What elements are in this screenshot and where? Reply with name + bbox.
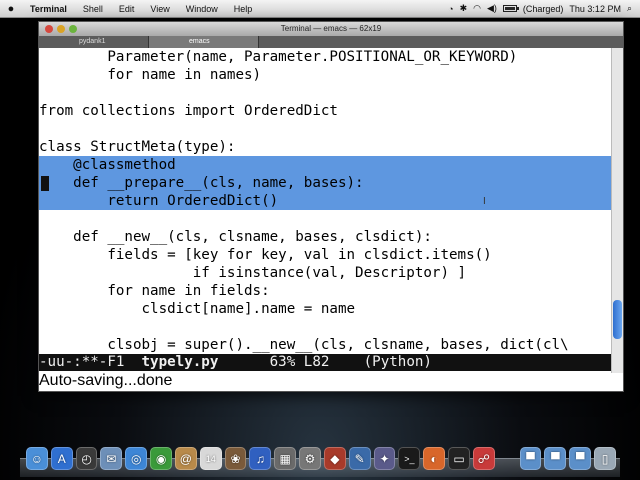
trash-icon[interactable]: ▯ <box>594 447 616 470</box>
modeline-position: 63% L82 <box>269 354 330 370</box>
finder-icon[interactable]: ☺ <box>26 447 48 470</box>
code-line: for name in fields: <box>39 283 270 299</box>
zoom-button[interactable] <box>69 25 77 33</box>
minimize-button[interactable] <box>57 25 65 33</box>
photos-icon[interactable]: ❀ <box>224 447 247 470</box>
messages-icon[interactable]: ◆ <box>323 447 346 470</box>
menu-edit[interactable]: Edit <box>111 4 143 14</box>
menu-help[interactable]: Help <box>226 4 261 14</box>
code-line: def __new__(cls, clsname, bases, clsdict… <box>39 229 432 245</box>
modeline-status: -uu-:**-F1 <box>39 354 125 370</box>
menu-shell[interactable]: Shell <box>75 4 111 14</box>
window-titlebar[interactable]: Terminal — emacs — 62x19 <box>39 22 623 36</box>
tab-pydank1[interactable]: pydank1 <box>39 36 149 48</box>
emacs-minibuffer[interactable]: Auto-saving...done <box>39 372 611 390</box>
time-machine-icon[interactable]: ◔ <box>448 4 453 14</box>
apple-menu-icon[interactable]: ● <box>0 3 22 15</box>
menu-app-name[interactable]: Terminal <box>22 4 75 14</box>
code-line: fields = [key for key, val in clsdict.it… <box>39 247 492 263</box>
emacs-mode-line: -uu-:**-F1 typely.py 63% L82 (Python) <box>39 354 611 371</box>
code-line: Parameter(name, Parameter.POSITIONAL_OR_… <box>39 49 518 65</box>
applications-folder-icon[interactable]: ▀ <box>519 447 542 470</box>
emacs-editor[interactable]: Parameter(name, Parameter.POSITIONAL_OR_… <box>39 48 611 373</box>
safari-icon[interactable]: ◎ <box>125 447 148 470</box>
documents-folder-icon[interactable]: ▀ <box>544 447 567 470</box>
console-icon[interactable]: ▭ <box>448 447 470 470</box>
menu-clock[interactable]: Thu 3:12 PM <box>569 4 621 14</box>
code-line: def __prepare__(cls, name, bases): <box>39 174 611 192</box>
firefox-icon[interactable]: ◐ <box>423 447 446 470</box>
terminal-window: Terminal — emacs — 62x19 pydank1 emacs P… <box>38 21 624 392</box>
code-line: if isinstance(val, Descriptor) ] <box>39 265 467 281</box>
status-area: ◔ ✱ ◠ ◀) (Charged) Thu 3:12 PM ⌕ <box>448 3 640 14</box>
code-line: clsobj = super().__new__(cls, clsname, b… <box>39 337 569 353</box>
tab-emacs[interactable]: emacs <box>149 36 259 48</box>
volume-icon[interactable]: ◀) <box>487 3 497 14</box>
preview-icon[interactable]: ▦ <box>274 447 297 470</box>
system-preferences-icon[interactable]: ⚙ <box>299 447 321 470</box>
menu-window[interactable]: Window <box>178 4 226 14</box>
address-book-icon[interactable]: @ <box>174 447 197 470</box>
vertical-scrollbar[interactable] <box>611 48 623 373</box>
wifi-icon[interactable]: ◠ <box>473 3 481 14</box>
facetime-icon[interactable]: ◉ <box>150 447 172 470</box>
code-line: from collections import OrderedDict <box>39 103 338 119</box>
modeline-buffer-name: typely.py <box>141 354 219 370</box>
app-store-icon[interactable]: A <box>50 447 73 470</box>
code-line: @classmethod <box>39 156 611 174</box>
ibeam-cursor-icon: I <box>483 196 486 207</box>
xcode-icon[interactable]: ✎ <box>348 447 371 470</box>
bluetooth-icon[interactable]: ✱ <box>460 3 468 14</box>
close-button[interactable] <box>45 25 53 33</box>
downloads-folder-icon[interactable]: ▀ <box>569 447 592 470</box>
mail-icon[interactable]: ✉ <box>100 447 123 470</box>
window-title: Terminal — emacs — 62x19 <box>280 24 382 33</box>
calendar-icon[interactable]: 14 <box>199 447 222 470</box>
dashboard-icon[interactable]: ◴ <box>75 447 98 470</box>
itunes-icon[interactable]: ♫ <box>249 447 272 470</box>
battery-icon[interactable] <box>502 5 519 12</box>
code-line: clsdict[name].name = name <box>39 301 356 317</box>
utilities-icon[interactable]: ✦ <box>373 447 396 470</box>
battery-status: (Charged) <box>522 3 564 14</box>
network-icon[interactable]: ☍ <box>472 447 495 470</box>
code-line: class StructMeta(type): <box>39 139 236 155</box>
modeline-major-mode: (Python) <box>363 354 432 370</box>
text-cursor <box>41 176 49 191</box>
window-controls <box>45 25 77 33</box>
terminal-icon[interactable]: >_ <box>398 447 421 470</box>
tab-bar: pydank1 emacs <box>39 36 623 48</box>
menu-bar: ● Terminal Shell Edit View Window Help ◔… <box>0 0 640 18</box>
menu-view[interactable]: View <box>142 4 177 14</box>
dock: ☺ A ◴ ✉ ◎ ◉ @14 ❀ ♫ ▦ ⚙ ◆ ✎ ✦ >_ ◐ ▭ ☍ ▀ ▀ ▀ ▯ <box>26 440 616 470</box>
code-line: return OrderedDict() <box>39 192 611 210</box>
spotlight-icon[interactable]: ⌕ <box>627 3 632 14</box>
scrollbar-thumb[interactable] <box>613 299 622 339</box>
code-line: for name in names) <box>39 67 262 83</box>
